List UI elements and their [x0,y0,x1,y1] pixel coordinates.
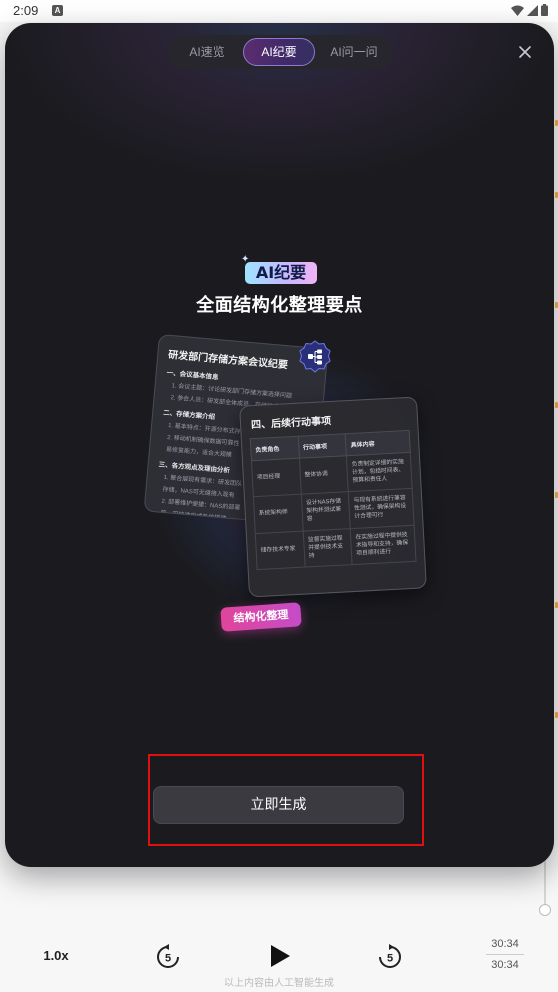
progress-track[interactable] [544,858,546,908]
table-row: 储存技术专家 监督实施过程并提供技术支持 在实施过程中提供技术指导和支持，确保项… [255,525,416,570]
app-notification-icon: A [52,5,63,16]
org-chart-icon [299,340,331,373]
tab-ai-overview[interactable]: AI速览 [172,38,242,66]
table-cell: 监督实施过程并提供技术支持 [302,528,353,568]
player-controls: 1.0x 5 5 30:34 30:34 以上内容由人工智能生成 [0,930,558,992]
play-icon [271,945,290,967]
status-time: 2:09 [13,3,39,18]
table-cell: 在实施过程中提供技术指导和支持，确保项目顺利进行 [350,525,416,565]
table-cell: 储存技术专家 [255,530,305,570]
structured-tag: 结构化整理 [220,602,302,632]
column-header: 行动事项 [297,433,347,459]
tab-ai-minutes[interactable]: AI纪要 [243,38,315,66]
table-cell: 设计NAS存储架构并测试兼容 [301,492,351,531]
status-indicators [511,4,548,16]
skip-forward-button[interactable]: 5 [377,944,403,970]
highlight-annotation [148,754,424,846]
ai-tabs: AI速览 AI纪要 AI问一问 [168,35,394,69]
table-cell: 负责制定详细的实施计划，包括时间表、预算和责任人 [346,452,413,493]
rewind-5-icon: 5 [157,944,179,968]
skip-back-seconds: 5 [165,953,171,965]
table-cell: 系统架构师 [253,494,303,534]
total-time: 30:34 [491,959,519,971]
forward-5-icon: 5 [379,944,401,968]
action-items-title: 四、后续行动事项 [250,416,332,432]
signal-icon [527,4,538,16]
hero-title: 全面结构化整理要点 [196,295,363,316]
ai-generated-note: 以上内容由人工智能生成 [224,978,334,989]
current-time: 30:34 [491,938,519,950]
tab-ai-ask[interactable]: AI问一问 [318,38,390,66]
skip-back-button[interactable]: 5 [155,944,181,970]
battery-icon [541,4,548,16]
action-items-table: 负责角色 行动事项 具体内容 项目经理 整体协调 负责制定详细的实施计划，包括时… [250,430,417,571]
table-cell: 项目经理 [251,458,302,498]
close-button[interactable] [514,41,536,63]
hero-badge: AI纪要 [245,262,317,284]
table-cell: 整体协调 [299,455,349,495]
column-header: 负责角色 [250,436,300,461]
wifi-icon [511,5,524,16]
skip-forward-seconds: 5 [387,953,393,965]
progress-handle[interactable] [539,904,551,916]
org-chart-badge [298,340,332,374]
table-cell: 与现有系统进行兼容性测试，确保架构设计合理可行 [348,488,415,529]
time-display: 30:34 30:34 [486,938,524,971]
status-bar: 2:09 A [0,0,558,22]
action-items-card: 四、后续行动事项 负责角色 行动事项 具体内容 项目经理 整体协调 负责制定详细… [239,396,427,598]
ai-summary-modal: AI速览 AI纪要 AI问一问 ✦ AI纪要 全面结构化整理要点 研发部门存储方… [5,23,554,867]
play-button[interactable] [268,943,292,969]
hero-badge-label: AI纪要 [245,262,317,284]
close-icon [519,46,531,58]
time-divider [486,954,524,955]
playback-speed-button[interactable]: 1.0x [36,948,76,963]
